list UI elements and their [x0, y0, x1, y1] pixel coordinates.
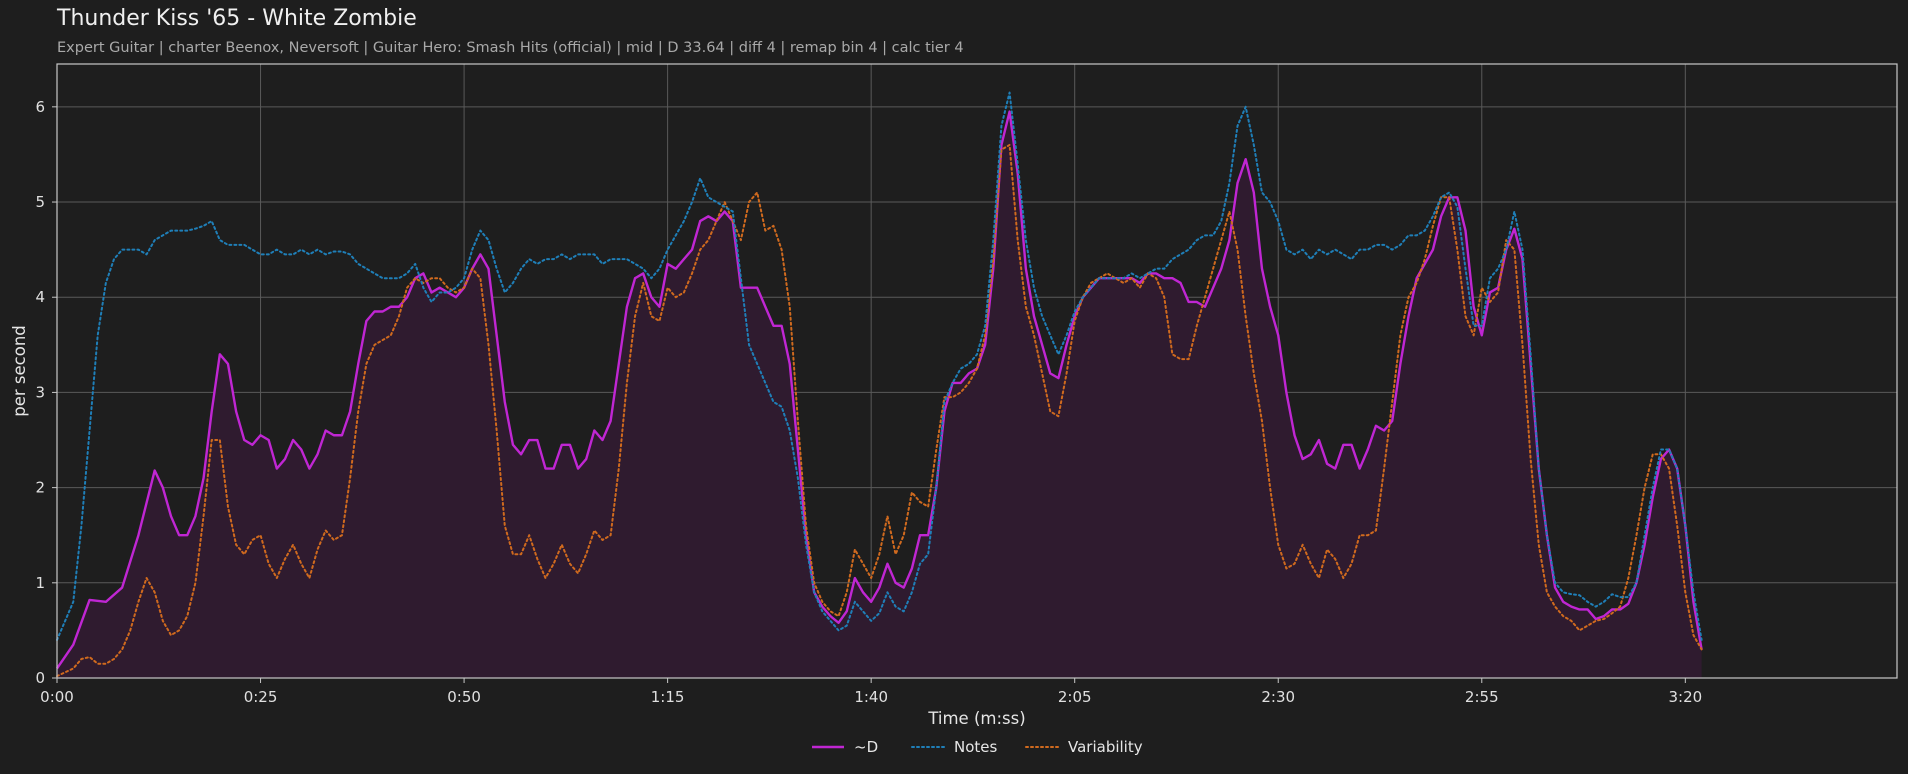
- y-tick-label: 2: [35, 479, 45, 497]
- y-tick-label: 0: [35, 669, 45, 687]
- legend-label: ~D: [854, 738, 878, 756]
- x-tick-label: 3:20: [1668, 688, 1702, 706]
- y-tick-label: 6: [35, 98, 45, 116]
- y-tick-label: 5: [35, 193, 45, 211]
- x-tick-label: 2:55: [1465, 688, 1499, 706]
- x-tick-label: 2:30: [1261, 688, 1295, 706]
- x-tick-label: 0:00: [40, 688, 74, 706]
- x-tick-label: 2:05: [1058, 688, 1092, 706]
- chart-canvas: 0:00 0:25 0:50 1:15 1:40 2:05 2:30 2:55 3:20 0 1 2…: [10, 63, 1898, 756]
- x-tick-label: 0:50: [447, 688, 481, 706]
- y-axis-ticks: 0 1 2 3 4 5 6: [35, 98, 57, 687]
- x-tick-label: 1:40: [854, 688, 888, 706]
- x-axis-label: Time (m:ss): [927, 709, 1025, 728]
- legend-label: Notes: [954, 738, 998, 756]
- y-tick-label: 4: [35, 288, 45, 306]
- legend-label: Variability: [1068, 738, 1143, 756]
- x-tick-label: 0:25: [244, 688, 278, 706]
- y-tick-label: 1: [35, 574, 45, 592]
- x-axis-ticks: 0:00 0:25 0:50 1:15 1:40 2:05 2:30 2:55 3:20: [40, 678, 1702, 706]
- x-tick-label: 1:15: [651, 688, 685, 706]
- legend: ~D Notes Variability: [812, 738, 1143, 756]
- y-axis-label: per second: [10, 325, 29, 417]
- y-tick-label: 3: [35, 383, 45, 401]
